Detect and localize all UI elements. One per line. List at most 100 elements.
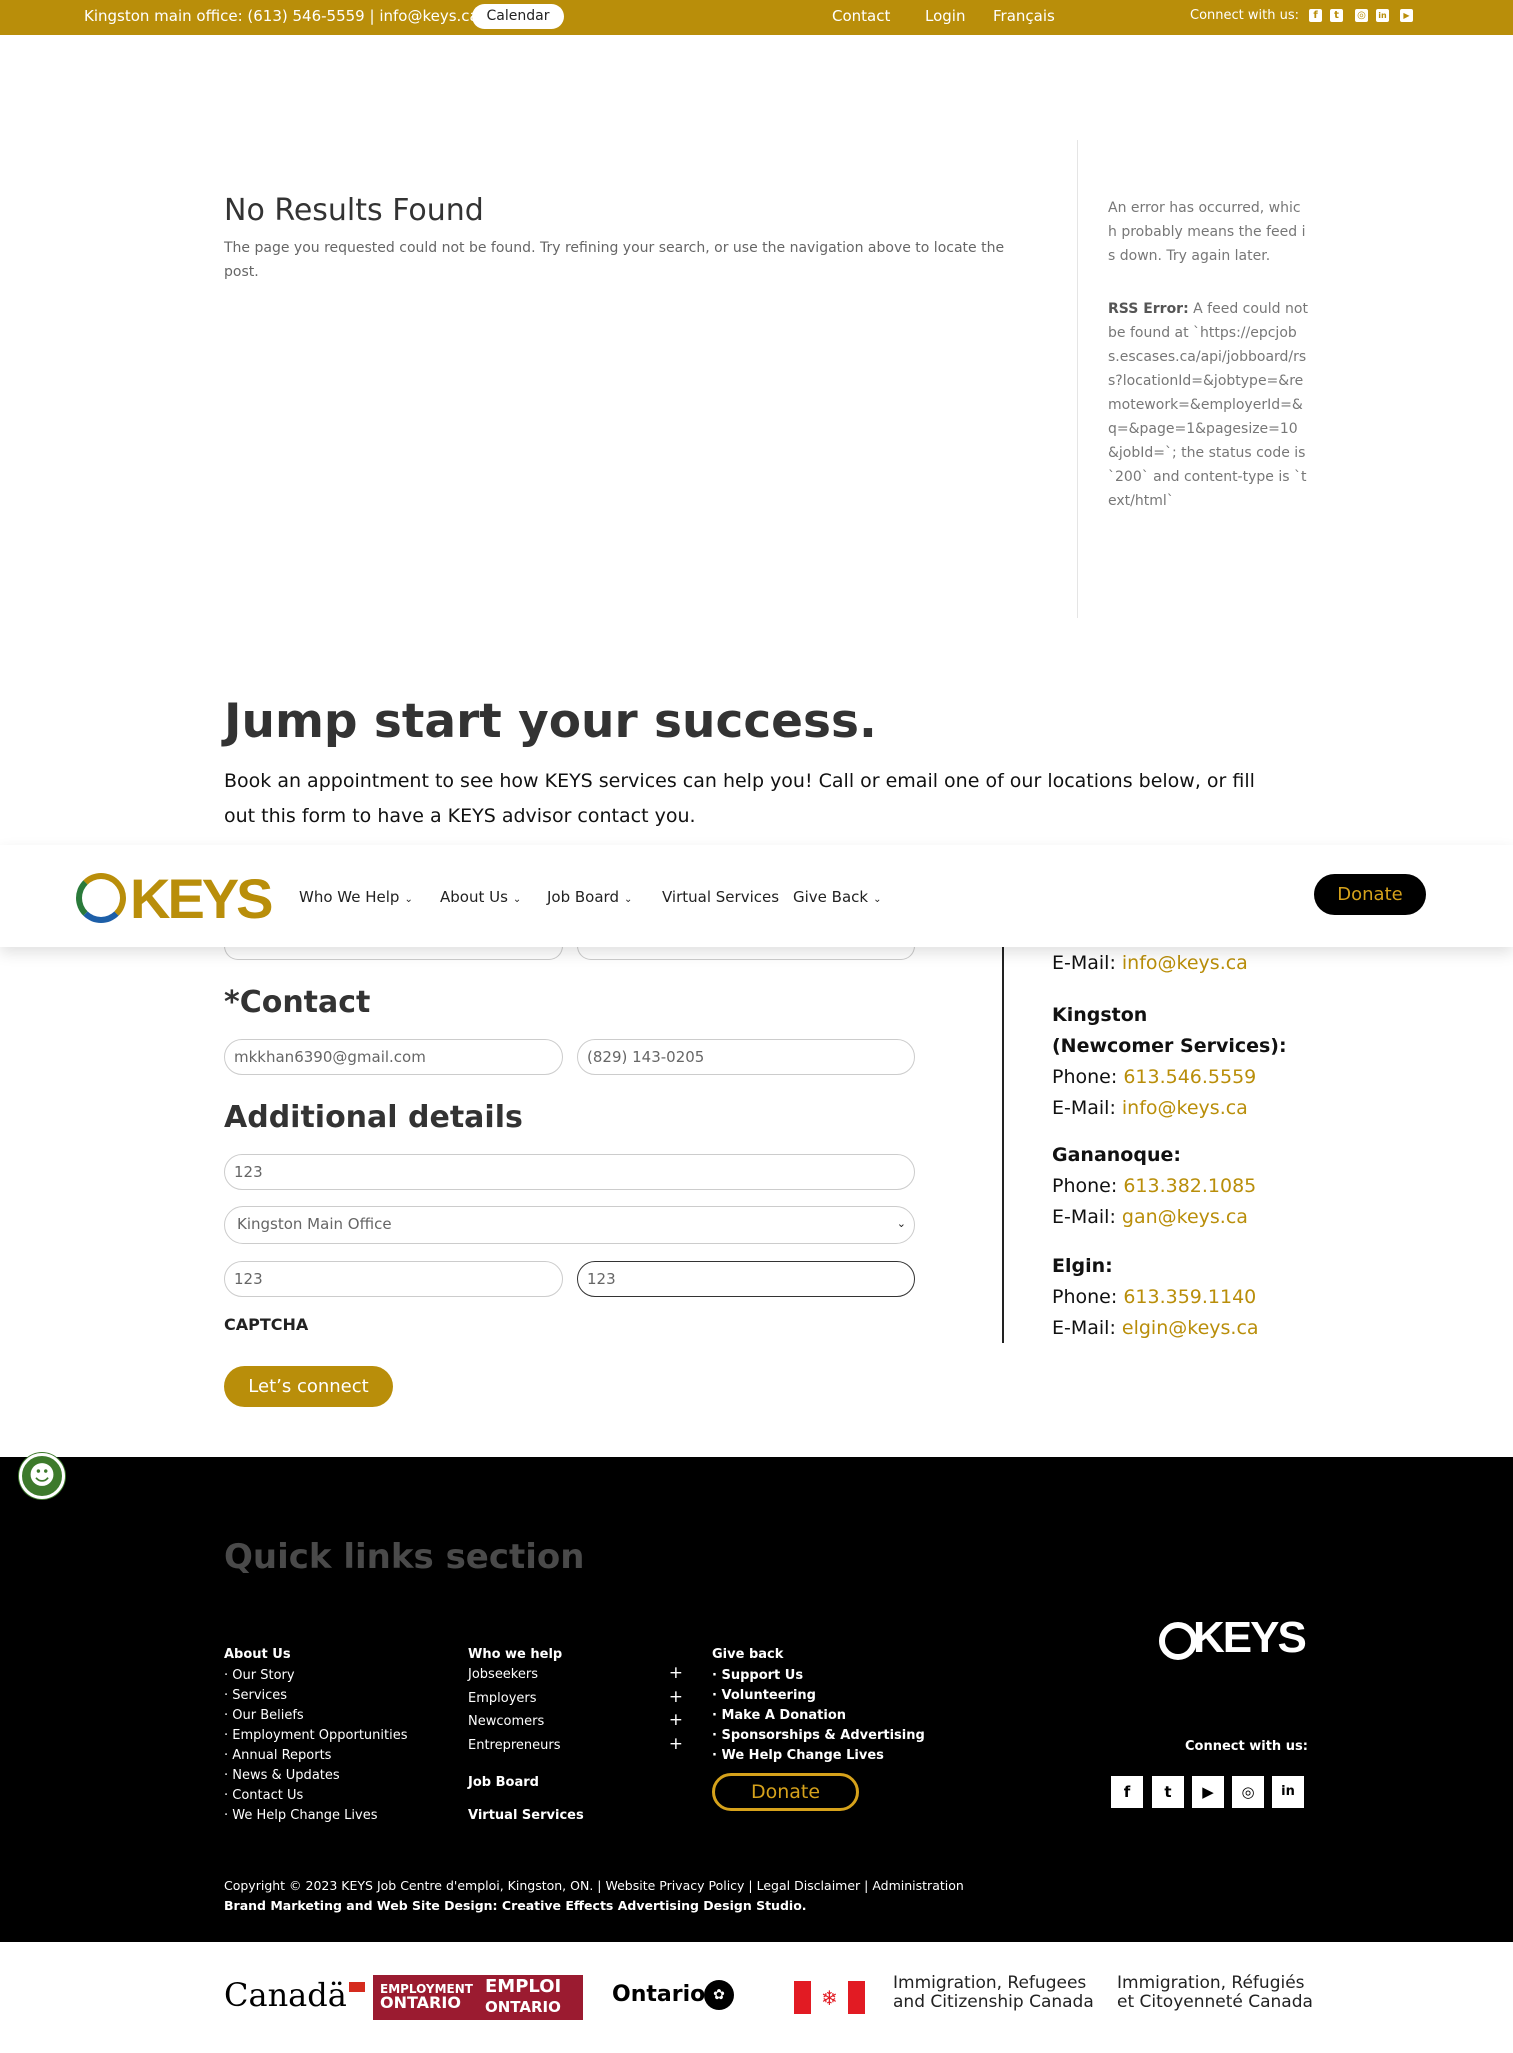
footer-link[interactable]: · Our Beliefs <box>224 1706 408 1726</box>
footer-give-heading[interactable]: Give back <box>712 1645 925 1665</box>
main-navbar: KEYS Who We Help ⌄ About Us ⌄ Job Board ⌄ V… <box>0 845 1513 947</box>
youtube-icon[interactable]: ▶ <box>1192 1776 1224 1808</box>
menu-about-us[interactable]: About Us ⌄ <box>440 888 521 906</box>
footer-link[interactable]: · Annual Reports <box>224 1746 408 1766</box>
youtube-icon[interactable]: ▶ <box>1400 9 1413 22</box>
footer-link[interactable]: · Contact Us <box>224 1786 408 1806</box>
phone-link[interactable]: 613.382.1085 <box>1123 1175 1256 1197</box>
copyright-block: Copyright © 2023 KEYS Job Centre d'emplo… <box>224 1876 964 1916</box>
facebook-icon[interactable]: f <box>1111 1776 1143 1808</box>
office-select[interactable]: Kingston Main Office ⌄ <box>224 1206 915 1244</box>
footer-logo-text: KEYS <box>1193 1613 1307 1662</box>
captcha-label: CAPTCHA <box>224 1315 309 1334</box>
linkedin-icon[interactable]: in <box>1376 9 1389 22</box>
eo-text: EMPLOI <box>485 1976 562 1997</box>
plus-icon[interactable]: + <box>669 1687 683 1707</box>
menu-job-board[interactable]: Job Board ⌄ <box>547 888 632 906</box>
first-name-field[interactable] <box>224 946 563 960</box>
footer-help-item[interactable]: Employers + <box>468 1687 683 1709</box>
footer-link[interactable]: · News & Updates <box>224 1766 408 1786</box>
phone-field[interactable]: (829) 143-0205 <box>577 1039 915 1075</box>
footer-job-board-link[interactable]: Job Board <box>468 1773 539 1793</box>
email-label: E-Mail: <box>1052 1206 1116 1228</box>
plus-icon[interactable]: + <box>669 1734 683 1754</box>
last-name-field[interactable] <box>577 946 915 960</box>
email-link[interactable]: elgin@keys.ca <box>1122 1317 1259 1339</box>
login-link[interactable]: Login <box>925 7 965 25</box>
footer-help-item[interactable]: Jobseekers + <box>468 1663 683 1685</box>
footer-help-label: Jobseekers <box>468 1667 538 1682</box>
phone-link[interactable]: 613.359.1140 <box>1123 1286 1256 1308</box>
menu-label: Job Board <box>547 888 619 906</box>
keys-logo[interactable]: KEYS <box>76 867 276 930</box>
email-link[interactable]: info@keys.ca <box>1122 952 1248 974</box>
twitter-icon[interactable]: t <box>1152 1776 1184 1808</box>
footer-link[interactable]: · Sponsorships & Advertising <box>712 1726 925 1746</box>
phone-link[interactable]: 613.546.5559 <box>1123 1066 1256 1088</box>
lets-connect-button[interactable]: Let’s connect <box>224 1366 393 1407</box>
footer-link[interactable]: · Support Us <box>712 1666 925 1686</box>
location-kingston: Kingston (Newcomer Services): Phone: 613… <box>1052 1000 1287 1124</box>
phone-label: Phone: <box>1052 1066 1118 1088</box>
ircc-text: et Citoyenneté Canada <box>1117 1992 1313 2012</box>
jump-start-text: Book an appointment to see how KEYS serv… <box>224 770 1255 827</box>
design-credit[interactable]: Brand Marketing and Web Site Design: Cre… <box>224 1896 964 1916</box>
rss-error-label: RSS Error: <box>1108 301 1189 317</box>
email-field[interactable]: mkkhan6390@gmail.com <box>224 1039 563 1075</box>
contact-link[interactable]: Contact <box>832 7 890 25</box>
instagram-icon[interactable]: ◎ <box>1232 1776 1264 1808</box>
eo-text: ONTARIO <box>485 1998 561 2016</box>
partner-logos: Canadä EMPLOYMENT ONTARIO EMPLOI ONTARIO O… <box>0 1942 1513 2053</box>
footer-link[interactable]: · Employment Opportunities <box>224 1726 408 1746</box>
ircc-english[interactable]: Immigration, Refugees and Citizenship Can… <box>893 1974 1094 2012</box>
footer-donate-button[interactable]: Donate <box>712 1773 859 1811</box>
accessibility-icon[interactable]: ☻ <box>19 1453 65 1499</box>
instagram-icon[interactable]: ◎ <box>1355 9 1368 22</box>
linkedin-icon[interactable]: in <box>1272 1776 1304 1808</box>
email-link[interactable]: info@keys.ca <box>1122 1097 1248 1119</box>
form-divider <box>1002 947 1004 1343</box>
footer-link[interactable]: · Services <box>224 1686 408 1706</box>
details-field-3[interactable]: 123 <box>577 1261 915 1297</box>
details-field-2[interactable]: 123 <box>224 1261 563 1297</box>
plus-icon[interactable]: + <box>669 1663 683 1683</box>
rss-error-message: An error has occurred, which probably me… <box>1108 200 1306 264</box>
employment-ontario-logo[interactable]: EMPLOYMENT ONTARIO EMPLOI ONTARIO <box>373 1975 583 2020</box>
footer-help-item[interactable]: Newcomers + <box>468 1710 683 1732</box>
footer-link[interactable]: · Our Story <box>224 1666 408 1686</box>
contact-heading: *Contact <box>224 985 371 1020</box>
footer-connect-label: Connect with us: <box>1185 1739 1308 1754</box>
calendar-button[interactable]: Calendar <box>472 4 564 29</box>
menu-virtual-services[interactable]: Virtual Services <box>662 888 779 906</box>
footer-virtual-services-link[interactable]: Virtual Services <box>468 1806 584 1826</box>
location-elgin: Elgin: Phone: 613.359.1140 E-Mail: elgin… <box>1052 1251 1259 1344</box>
maple-leaf-icon: ❄ <box>821 1986 838 2010</box>
top-bar: Kingston main office: (613) 546-5559 | i… <box>0 0 1513 35</box>
donate-button[interactable]: Donate <box>1314 874 1426 915</box>
ircc-french[interactable]: Immigration, Réfugiés et Citoyenneté Cana… <box>1117 1974 1313 2012</box>
details-field[interactable]: 123 <box>224 1154 915 1190</box>
footer-link[interactable]: · Volunteering <box>712 1686 925 1706</box>
menu-give-back[interactable]: Give Back ⌄ <box>793 888 881 906</box>
chevron-down-icon: ⌄ <box>873 894 882 905</box>
office-contact-info[interactable]: Kingston main office: (613) 546-5559 | i… <box>84 7 479 25</box>
copyright-text[interactable]: Copyright © 2023 KEYS Job Centre d'emplo… <box>224 1876 964 1896</box>
ontario-logo-text[interactable]: Ontario <box>612 1982 705 2007</box>
plus-icon[interactable]: + <box>669 1710 683 1730</box>
footer-logo[interactable]: KEYS <box>1159 1613 1309 1663</box>
twitter-icon[interactable]: t <box>1330 9 1343 22</box>
footer-help-heading[interactable]: Who we help <box>468 1645 683 1665</box>
footer-link[interactable]: · We Help Change Lives <box>224 1806 408 1826</box>
francais-link[interactable]: Français <box>993 7 1055 25</box>
email-link[interactable]: gan@keys.ca <box>1122 1206 1248 1228</box>
logo-ring-icon <box>1159 1622 1197 1660</box>
facebook-icon[interactable]: f <box>1309 9 1322 22</box>
email-label: E-Mail: <box>1052 1097 1116 1119</box>
menu-who-we-help[interactable]: Who We Help ⌄ <box>299 888 413 906</box>
footer-link[interactable]: · Make A Donation <box>712 1706 925 1726</box>
location-name: Elgin: <box>1052 1255 1113 1277</box>
footer-link[interactable]: · We Help Change Lives <box>712 1746 925 1766</box>
footer-help-item[interactable]: Entrepreneurs + <box>468 1734 683 1756</box>
canada-wordmark[interactable]: Canadä <box>224 1976 365 2014</box>
footer-about-heading[interactable]: About Us <box>224 1645 408 1665</box>
